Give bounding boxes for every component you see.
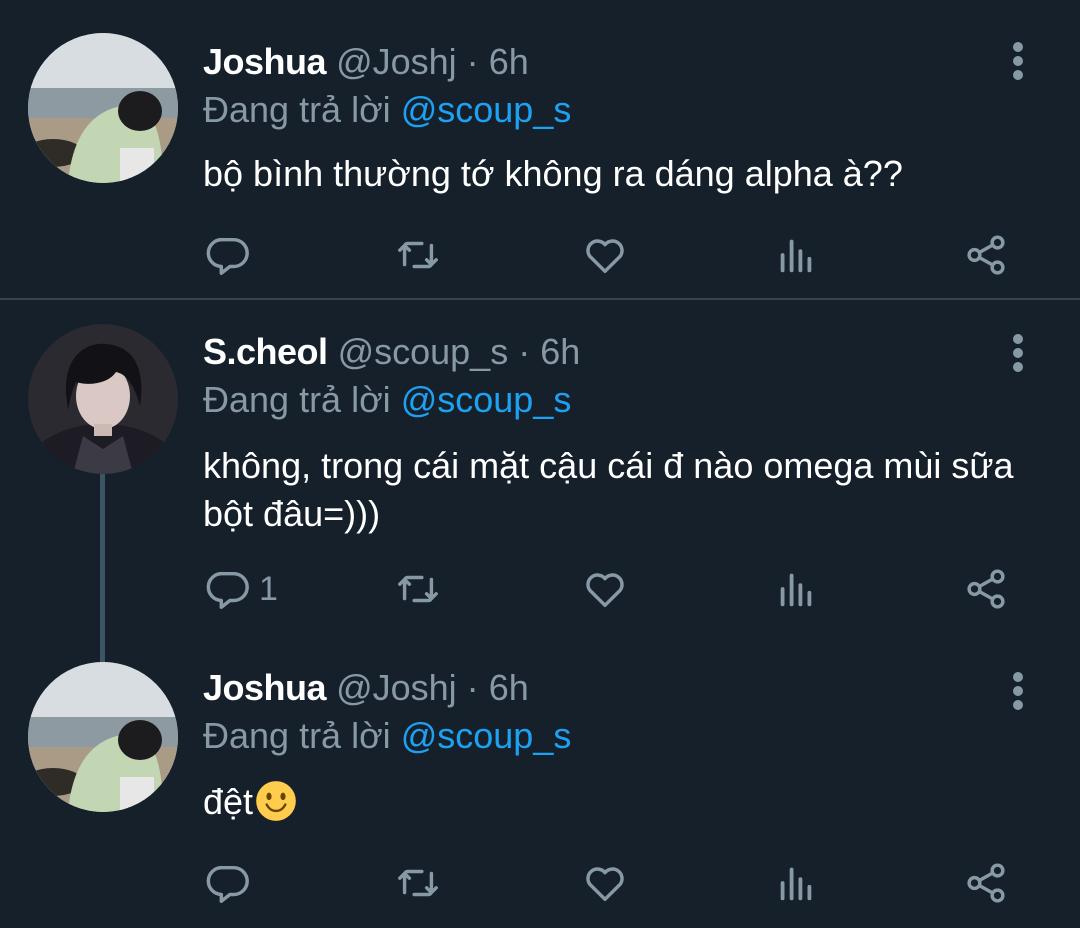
avatar-joshua[interactable] [28,33,178,183]
reply-icon [206,865,249,903]
heart-icon [586,867,624,902]
tweet-text-container: đệt [203,778,1053,826]
replying-to-label: Đang trả lời [203,379,391,420]
share-button[interactable] [963,230,1009,280]
analytics-button[interactable] [773,230,819,280]
retweet-icon [398,869,438,897]
replying-to-line: Đang trả lời @scoup_s [203,88,571,132]
tweet-2[interactable]: S.cheol @scoup_s · 6h Đang trả lời @scou… [0,300,1080,660]
retweet-button[interactable] [395,564,441,614]
retweet-icon [398,241,438,269]
author-name[interactable]: Joshua [203,667,327,708]
share-icon [967,235,1005,275]
separator-dot: · [466,41,479,82]
tweet-actions: 1 [0,564,1080,614]
tweet-thread: Joshua @Joshj · 6h Đang trả lời @scoup_s… [0,0,1080,928]
avatar-scheol[interactable] [28,324,178,474]
mention-link[interactable]: @scoup_s [401,715,572,756]
avatar-joshua-image [28,662,178,812]
analytics-button[interactable] [773,564,819,614]
author-handle[interactable]: @Joshj [336,667,457,708]
tweet-text: bộ bình thường tớ không ra dáng alpha à?… [203,153,903,194]
more-vertical-icon [1013,334,1023,344]
more-options-button[interactable] [1008,42,1030,82]
replying-to-label: Đang trả lời [203,715,391,756]
tweet-3[interactable]: Joshua @Joshj · 6h Đang trả lời @scoup_s… [0,660,1080,928]
share-icon [967,863,1005,903]
mention-link[interactable]: @scoup_s [401,89,572,130]
reply-button[interactable] [205,230,259,280]
tweet-text: không, trong cái mặt cậu cái đ nào omega… [203,445,1014,534]
share-button[interactable] [963,564,1009,614]
tweet-text: đệt [203,781,254,822]
retweet-button[interactable] [395,230,441,280]
share-button[interactable] [963,858,1009,908]
author-name[interactable]: Joshua [203,41,327,82]
slightly-smiling-face-emoji [256,781,296,821]
analytics-icon [780,573,812,607]
tweet-1[interactable]: Joshua @Joshj · 6h Đang trả lời @scoup_s… [0,0,1080,300]
retweet-button[interactable] [395,858,441,908]
like-button[interactable] [582,858,628,908]
timestamp[interactable]: 6h [489,667,529,708]
more-vertical-icon [1013,42,1023,52]
author-handle[interactable]: @scoup_s [338,331,509,372]
tweet-actions [0,858,1080,908]
heart-icon [586,573,624,608]
more-options-button[interactable] [1008,334,1030,374]
more-options-button[interactable] [1008,672,1030,712]
reply-button[interactable]: 1 [205,564,278,614]
reply-button[interactable] [205,858,259,908]
replying-to-line: Đang trả lời @scoup_s [203,378,571,422]
timestamp[interactable]: 6h [540,331,580,372]
reply-icon [206,237,249,275]
mention-link[interactable]: @scoup_s [401,379,572,420]
author-handle[interactable]: @Joshj [336,41,457,82]
replying-to-line: Đang trả lời @scoup_s [203,714,571,758]
avatar-joshua[interactable] [28,662,178,812]
separator-dot: · [518,331,531,372]
tweet-actions [0,230,1080,280]
avatar-joshua-image [28,33,178,183]
like-button[interactable] [582,564,628,614]
like-button[interactable] [582,230,628,280]
reply-count: 1 [259,569,278,608]
heart-icon [586,239,624,274]
replying-to-label: Đang trả lời [203,89,391,130]
separator-dot: · [466,667,479,708]
analytics-button[interactable] [773,858,819,908]
timestamp[interactable]: 6h [489,41,529,82]
share-icon [967,569,1005,609]
author-name[interactable]: S.cheol [203,331,328,372]
retweet-icon [398,575,438,603]
reply-icon [206,571,249,609]
more-vertical-icon [1013,672,1023,682]
analytics-icon [780,867,812,901]
avatar-scheol-image [28,324,178,474]
analytics-icon [780,239,812,273]
